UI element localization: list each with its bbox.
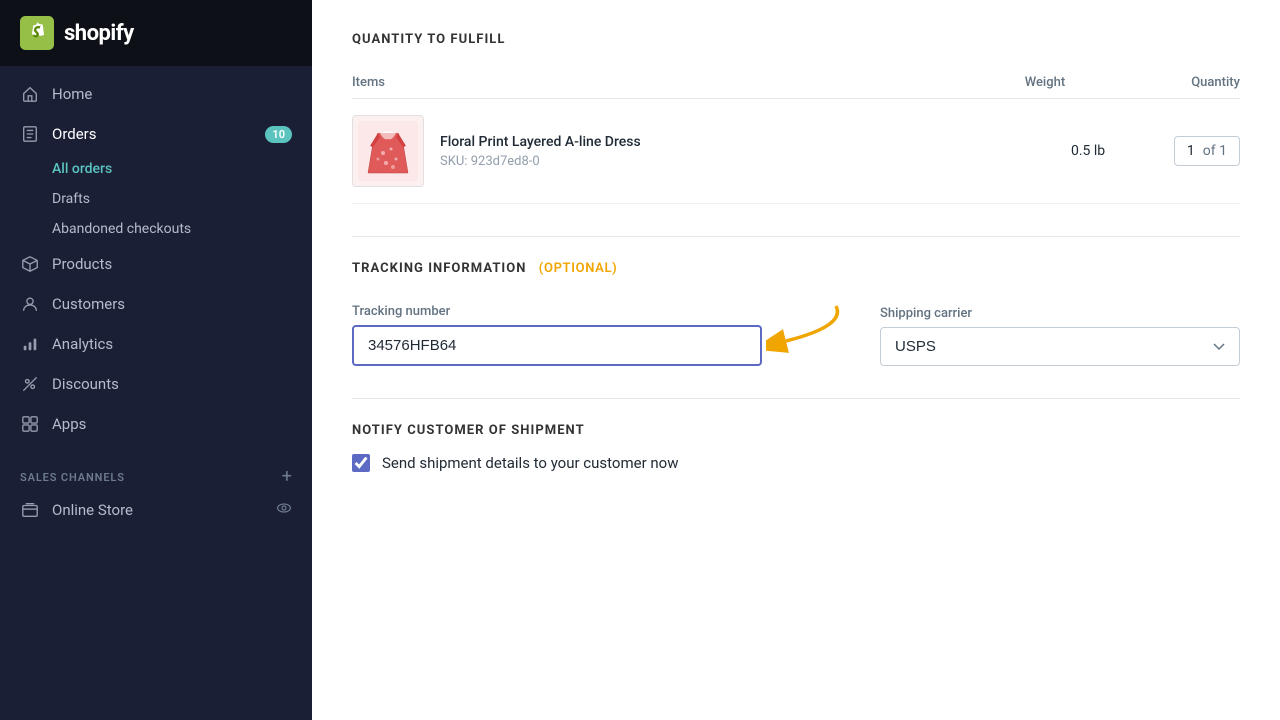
sidebar-item-apps[interactable]: Apps — [0, 404, 312, 444]
main-nav: Home Orders 10 All orders Drafts Abandon… — [0, 66, 312, 452]
online-store-icon — [20, 500, 40, 520]
product-details: Floral Print Layered A-line Dress SKU: 9… — [440, 134, 641, 169]
product-thumbnail — [352, 115, 424, 187]
discounts-label: Discounts — [52, 375, 292, 393]
subnav-all-orders[interactable]: All orders — [52, 154, 312, 184]
shopify-wordmark: shopify — [64, 21, 134, 46]
items-table: Items Weight Quantity — [352, 67, 1240, 204]
add-channel-button[interactable]: + — [282, 468, 292, 486]
tracking-number-group: Tracking number — [352, 304, 762, 366]
product-weight: 0.5 lb — [941, 99, 1105, 204]
quantity-value: 1 — [1187, 143, 1195, 159]
table-row: Floral Print Layered A-line Dress SKU: 9… — [352, 99, 1240, 204]
divider-2 — [352, 398, 1240, 399]
sales-channels-section: SALES CHANNELS + — [0, 452, 312, 490]
product-info-cell: Floral Print Layered A-line Dress SKU: 9… — [352, 115, 941, 187]
sidebar-item-online-store[interactable]: Online Store — [0, 490, 312, 530]
apps-icon — [20, 414, 40, 434]
quantity-of: of 1 — [1203, 143, 1227, 159]
apps-label: Apps — [52, 415, 292, 433]
notify-checkbox-row: Send shipment details to your customer n… — [352, 454, 1240, 472]
notify-checkbox-label: Send shipment details to your customer n… — [382, 454, 679, 472]
subnav-drafts[interactable]: Drafts — [52, 184, 312, 214]
arrow-annotation — [766, 296, 846, 356]
online-store-label: Online Store — [52, 501, 133, 519]
items-col-header: Items — [352, 67, 941, 99]
main-content: QUANTITY TO FULFILL Items Weight Quantit… — [312, 0, 1280, 720]
weight-col-header: Weight — [941, 67, 1105, 99]
tracking-form-row: Tracking number Shipping carrier — [352, 296, 1240, 366]
notify-section: NOTIFY CUSTOMER OF SHIPMENT Send shipmen… — [352, 423, 1240, 472]
sidebar-item-home[interactable]: Home — [0, 74, 312, 114]
eye-icon[interactable] — [276, 500, 292, 520]
sidebar-item-analytics[interactable]: Analytics — [0, 324, 312, 364]
subnav-abandoned[interactable]: Abandoned checkouts — [52, 214, 312, 244]
shipping-carrier-group: Shipping carrier USPS FedEx UPS DHL — [880, 306, 1240, 366]
home-label: Home — [52, 85, 292, 103]
quantity-section: QUANTITY TO FULFILL Items Weight Quantit… — [352, 32, 1240, 204]
home-icon — [20, 84, 40, 104]
orders-label: Orders — [52, 125, 253, 143]
notify-section-title: NOTIFY CUSTOMER OF SHIPMENT — [352, 423, 1240, 438]
product-name: Floral Print Layered A-line Dress — [440, 134, 641, 150]
product-quantity-cell: 1 of 1 — [1105, 99, 1240, 204]
customers-icon — [20, 294, 40, 314]
tracking-number-input[interactable] — [352, 325, 762, 366]
product-sku: SKU: 923d7ed8-0 — [440, 154, 641, 169]
orders-subnav: All orders Drafts Abandoned checkouts — [0, 154, 312, 244]
notify-checkbox[interactable] — [352, 454, 370, 472]
sidebar-header[interactable]: shopify — [0, 0, 312, 66]
sidebar-item-customers[interactable]: Customers — [0, 284, 312, 324]
sales-channels-label: SALES CHANNELS — [20, 471, 125, 484]
quantity-section-title: QUANTITY TO FULFILL — [352, 32, 1240, 47]
discounts-icon — [20, 374, 40, 394]
products-icon — [20, 254, 40, 274]
sidebar: shopify Home Orders 10 All orders Drafts… — [0, 0, 312, 720]
sidebar-item-discounts[interactable]: Discounts — [0, 364, 312, 404]
sidebar-item-orders[interactable]: Orders 10 — [0, 114, 312, 154]
tracking-number-label: Tracking number — [352, 304, 762, 319]
divider-1 — [352, 236, 1240, 237]
tracking-section-title: TRACKING INFORMATION (OPTIONAL) — [352, 261, 1240, 276]
orders-icon — [20, 124, 40, 144]
quantity-box: 1 of 1 — [1174, 136, 1240, 166]
optional-badge: (OPTIONAL) — [539, 261, 618, 276]
products-label: Products — [52, 255, 292, 273]
shopify-logo-icon — [20, 16, 54, 50]
customers-label: Customers — [52, 295, 292, 313]
orders-badge: 10 — [265, 126, 292, 143]
tracking-section: TRACKING INFORMATION (OPTIONAL) Tracking… — [352, 261, 1240, 366]
shipping-carrier-select[interactable]: USPS FedEx UPS DHL — [880, 327, 1240, 366]
sidebar-item-products[interactable]: Products — [0, 244, 312, 284]
quantity-col-header: Quantity — [1105, 67, 1240, 99]
shipping-carrier-label: Shipping carrier — [880, 306, 1240, 321]
analytics-icon — [20, 334, 40, 354]
analytics-label: Analytics — [52, 335, 292, 353]
